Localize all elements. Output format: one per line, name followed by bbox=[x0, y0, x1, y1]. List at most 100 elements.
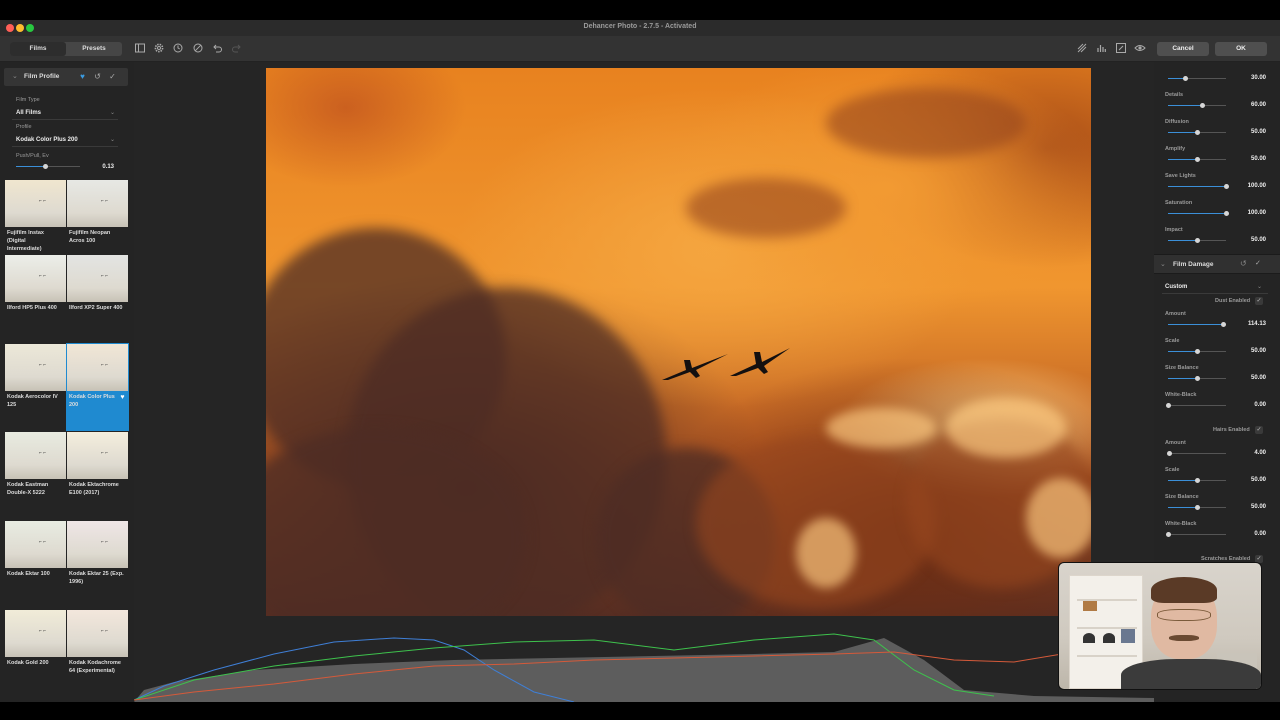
film-label-line: 125 bbox=[7, 402, 17, 408]
cloud bbox=[1026, 478, 1091, 558]
film-label-line: Fujifilm Instax bbox=[7, 230, 44, 236]
film-label-line: Kodak Ektar 100 bbox=[7, 571, 50, 577]
film-thumbnail[interactable]: ⌐ ⌐ bbox=[5, 610, 66, 657]
film-label[interactable]: Kodak Aerocolor IV 125 bbox=[7, 393, 67, 409]
film-thumbnail[interactable]: ⌐ ⌐ bbox=[5, 255, 66, 302]
dust-white-black-value: 0.00 bbox=[1254, 402, 1266, 408]
film-label[interactable]: Fujifilm Instax (Digital Intermediate) bbox=[7, 229, 67, 253]
film-label-line: Double-X 5222 bbox=[7, 490, 45, 496]
film-thumbnail[interactable]: ⌐ ⌐ bbox=[67, 180, 128, 227]
partial-slider-handle[interactable] bbox=[1182, 76, 1188, 81]
film-label[interactable]: Kodak Gold 200 bbox=[7, 659, 67, 667]
film-thumbnail[interactable]: ⌐ ⌐ bbox=[67, 255, 128, 302]
shelf-object bbox=[1121, 629, 1135, 643]
film-label[interactable]: Kodak Ektachrome E100 (2017) bbox=[69, 481, 129, 497]
adjust-saturation-label: Saturation bbox=[1165, 200, 1193, 206]
film-thumbnail[interactable]: ⌐ ⌐ bbox=[67, 521, 128, 568]
film-type-select[interactable]: All Films bbox=[16, 110, 41, 116]
push-pull-slider-handle[interactable] bbox=[42, 164, 48, 169]
profile-select[interactable]: Kodak Color Plus 200 bbox=[16, 137, 78, 143]
push-pull-label: Push/Pull, Ev bbox=[16, 153, 49, 159]
film-thumbnail[interactable]: ⌐ ⌐ bbox=[5, 344, 66, 391]
adjust-saturation-slider-handle[interactable] bbox=[1223, 211, 1229, 216]
hairs-white-black-slider-track[interactable] bbox=[1168, 534, 1226, 535]
film-label[interactable]: Fujifilm Neopan Acros 100 bbox=[69, 229, 129, 245]
adjust-save-lights-slider-handle[interactable] bbox=[1223, 184, 1229, 189]
partial-slider-value: 30.00 bbox=[1250, 75, 1266, 81]
chevron-down-icon[interactable]: ⌄ bbox=[1257, 283, 1262, 290]
enable-check-icon[interactable]: ✓ bbox=[107, 71, 118, 82]
histogram-icon[interactable] bbox=[1094, 42, 1108, 56]
chevron-down-icon[interactable]: ⌄ bbox=[110, 136, 115, 143]
compare-icon[interactable] bbox=[1114, 42, 1128, 56]
damage-preset-select[interactable]: Custom bbox=[1165, 284, 1187, 290]
hairs-amount-slider-track[interactable] bbox=[1168, 453, 1226, 454]
dust-white-black-slider-track[interactable] bbox=[1168, 405, 1226, 406]
dust-scale-slider-handle[interactable] bbox=[1194, 349, 1200, 354]
hairs-white-black-slider-handle[interactable] bbox=[1165, 532, 1171, 537]
tab-films[interactable]: Films bbox=[10, 42, 66, 56]
film-label[interactable]: Kodak Color Plus 200 bbox=[69, 393, 129, 409]
preview-photo[interactable] bbox=[266, 68, 1091, 616]
hairs-enabled-checkbox[interactable]: ✓ bbox=[1255, 426, 1263, 434]
film-thumbnail[interactable]: ⌐ ⌐ bbox=[5, 521, 66, 568]
grain-view-icon[interactable] bbox=[1075, 42, 1089, 56]
enable-check-icon[interactable]: ✓ bbox=[1255, 259, 1261, 267]
adjust-amplify-slider-handle[interactable] bbox=[1194, 157, 1200, 162]
film-profile-header[interactable]: ⌄ Film Profile ♥ ↺ ✓ bbox=[4, 68, 128, 86]
film-label-line: (Digital bbox=[7, 238, 26, 244]
reset-icon[interactable]: ↺ bbox=[92, 71, 103, 82]
reset-disable-icon[interactable] bbox=[191, 42, 205, 56]
film-label[interactable]: Kodak Ektar 100 bbox=[7, 570, 67, 578]
redo-icon[interactable] bbox=[230, 42, 244, 56]
film-label-line: Kodak Eastman bbox=[7, 482, 49, 488]
chevron-down-icon[interactable]: ⌄ bbox=[1160, 260, 1166, 268]
film-thumbnail[interactable]: ⌐ ⌐ bbox=[67, 344, 128, 391]
film-label[interactable]: Ilford XP2 Super 400 bbox=[69, 304, 129, 312]
film-label[interactable]: Kodak Ektar 25 (Exp. 1996) bbox=[69, 570, 129, 586]
adjust-impact-slider-handle[interactable] bbox=[1194, 238, 1200, 243]
film-label-line: E100 (2017) bbox=[69, 490, 100, 496]
reset-icon[interactable]: ↺ bbox=[1240, 259, 1247, 268]
film-label[interactable]: Kodak Eastman Double-X 5222 bbox=[7, 481, 67, 497]
film-thumbnail[interactable]: ⌐ ⌐ bbox=[5, 432, 66, 479]
hairs-white-black-value: 0.00 bbox=[1254, 531, 1266, 537]
mode-tabs: Films Presets bbox=[10, 42, 122, 56]
adjust-save-lights-value: 100.00 bbox=[1247, 183, 1266, 189]
ok-button[interactable]: OK bbox=[1215, 42, 1267, 56]
film-thumbnail[interactable]: ⌐ ⌐ bbox=[67, 432, 128, 479]
film-label[interactable]: Ilford HP5 Plus 400 bbox=[7, 304, 67, 312]
tab-presets[interactable]: Presets bbox=[66, 42, 122, 56]
hairs-size-balance-slider-handle[interactable] bbox=[1194, 505, 1200, 510]
hairs-amount-slider-handle[interactable] bbox=[1166, 451, 1172, 456]
dust-amount-slider-handle[interactable] bbox=[1220, 322, 1226, 327]
film-damage-header[interactable]: ⌄ Film Damage ↺ ✓ bbox=[1154, 254, 1280, 274]
panel-toggle-icon[interactable] bbox=[133, 42, 147, 56]
app-window: Dehancer Photo - 2.7.5 - Activated Films… bbox=[0, 0, 1280, 720]
dust-white-black-slider-handle[interactable] bbox=[1165, 403, 1171, 408]
favorite-heart-icon[interactable]: ♥ bbox=[77, 71, 88, 82]
adjust-diffusion-slider-handle[interactable] bbox=[1194, 130, 1200, 135]
person-body bbox=[1121, 659, 1261, 689]
cancel-button[interactable]: Cancel bbox=[1157, 42, 1209, 56]
dust-size-balance-slider-handle[interactable] bbox=[1194, 376, 1200, 381]
history-icon[interactable] bbox=[171, 42, 185, 56]
plane-mini-icon: ⌐ ⌐ bbox=[39, 198, 47, 204]
preview-eye-icon[interactable] bbox=[1133, 42, 1147, 56]
plane-mini-icon: ⌐ ⌐ bbox=[39, 362, 47, 368]
settings-gear-icon[interactable] bbox=[152, 42, 166, 56]
dust-enabled-checkbox[interactable]: ✓ bbox=[1255, 297, 1263, 305]
film-label[interactable]: Kodak Kodachrome 64 (Experimental) bbox=[69, 659, 129, 675]
chevron-down-icon[interactable]: ⌄ bbox=[110, 109, 115, 116]
plane-mini-icon: ⌐ ⌐ bbox=[39, 273, 47, 279]
adjust-details-label: Details bbox=[1165, 92, 1184, 98]
adjust-diffusion-label: Diffusion bbox=[1165, 119, 1189, 125]
adjust-details-slider-handle[interactable] bbox=[1200, 103, 1206, 108]
plane-mini-icon: ⌐ ⌐ bbox=[101, 198, 109, 204]
undo-icon[interactable] bbox=[210, 42, 224, 56]
film-thumbnail[interactable]: ⌐ ⌐ bbox=[67, 610, 128, 657]
chevron-down-icon[interactable]: ⌄ bbox=[12, 72, 18, 80]
film-thumbnail[interactable]: ⌐ ⌐ bbox=[5, 180, 66, 227]
plane-mini-icon: ⌐ ⌐ bbox=[101, 362, 109, 368]
hairs-scale-slider-handle[interactable] bbox=[1194, 478, 1200, 483]
